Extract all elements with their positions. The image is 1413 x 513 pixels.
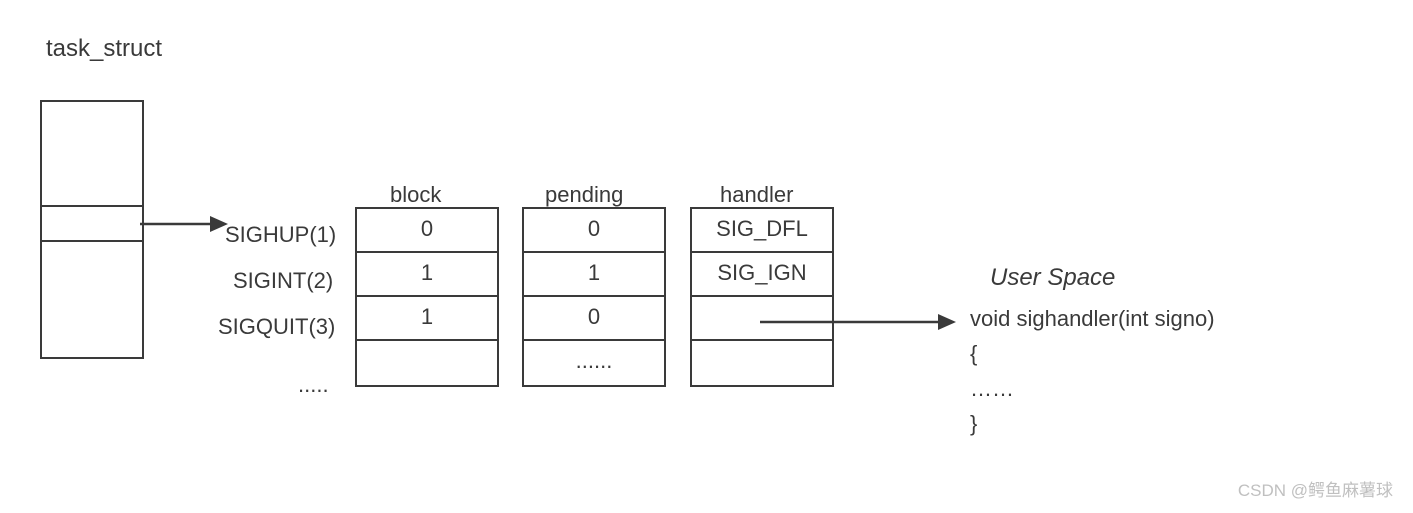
table-row: 1 <box>524 253 664 297</box>
task-struct-cell <box>42 242 142 354</box>
code-line: void sighandler(int signo) <box>970 302 1215 336</box>
table-row: 0 <box>357 209 497 253</box>
table-row <box>357 341 497 385</box>
table-row: 0 <box>524 209 664 253</box>
code-line: } <box>970 407 977 441</box>
task-struct-cell <box>42 102 142 207</box>
handler-header: handler <box>720 182 793 208</box>
user-space-title: User Space <box>990 264 1115 292</box>
page-title: task_struct <box>46 35 162 63</box>
block-table: 0 1 1 <box>355 207 499 387</box>
signal-label: ..... <box>298 372 329 398</box>
code-line: { <box>970 337 977 371</box>
pending-table: 0 1 0 ...... <box>522 207 666 387</box>
task-struct-box <box>40 100 144 359</box>
table-row <box>692 341 832 385</box>
table-row: 1 <box>357 297 497 341</box>
table-row: SIG_DFL <box>692 209 832 253</box>
signal-label: SIGQUIT(3) <box>218 314 335 340</box>
table-row: ...... <box>524 341 664 385</box>
signal-label: SIGHUP(1) <box>225 222 336 248</box>
arrow-handler-to-userspace <box>760 310 960 340</box>
table-row: SIG_IGN <box>692 253 832 297</box>
code-line: …… <box>970 372 1014 406</box>
arrow-task-to-tables <box>140 212 230 242</box>
watermark: CSDN @鳄鱼麻薯球 <box>1238 476 1393 501</box>
table-row: 1 <box>357 253 497 297</box>
signal-label: SIGINT(2) <box>233 268 333 294</box>
pending-header: pending <box>545 182 623 208</box>
handler-table: SIG_DFL SIG_IGN <box>690 207 834 387</box>
task-struct-cell <box>42 207 142 242</box>
table-row: 0 <box>524 297 664 341</box>
block-header: block <box>390 182 441 208</box>
